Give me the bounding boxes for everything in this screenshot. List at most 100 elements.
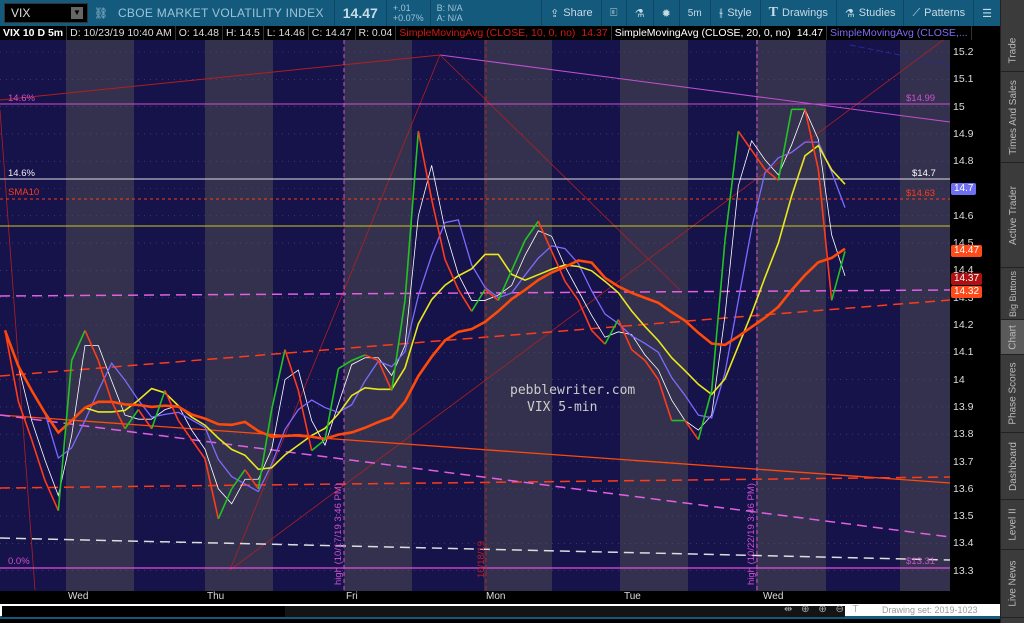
drawings-button[interactable]: T Drawings bbox=[759, 0, 836, 26]
right-sidebar: Trade Times And Sales Active Trader Big … bbox=[1000, 0, 1024, 623]
session-band bbox=[134, 40, 205, 591]
flask-icon: ⚗ bbox=[634, 7, 645, 20]
vline-label-1018: 10/18/19 bbox=[476, 541, 487, 578]
tab-phase-scores[interactable]: Phase Scores bbox=[1001, 355, 1024, 433]
price-marker: 14.32 bbox=[951, 286, 983, 299]
sma10-label[interactable]: SimpleMovingAvg (CLOSE, 10, 0, no) bbox=[396, 26, 578, 40]
timeframe-button[interactable]: 5m bbox=[678, 0, 710, 26]
time-label: Mon bbox=[486, 591, 506, 602]
tab-level-ii[interactable]: Level II bbox=[1001, 500, 1024, 550]
session-band bbox=[344, 40, 412, 591]
high-value: H: 14.5 bbox=[223, 26, 264, 40]
price-tick: 15.2 bbox=[953, 46, 974, 58]
symbol-selector[interactable]: VIX ▼ bbox=[4, 3, 88, 23]
zoom-out-icon: ⊖ bbox=[835, 604, 847, 615]
close-value: C: 14.47 bbox=[309, 26, 356, 40]
share-button[interactable]: ⇪ Share bbox=[541, 0, 601, 26]
vline-label-1022: high (10/22/19 3:46 PM) bbox=[746, 483, 757, 585]
symbol-description: CBOE MARKET VOLATILITY INDEX bbox=[117, 6, 324, 20]
vline-label-1017: high (10/17/19 3:46 PM) bbox=[333, 483, 344, 585]
price-tick: 14.1 bbox=[953, 346, 974, 359]
level-label-1331: $13.31 bbox=[906, 556, 935, 567]
price-tick: 13.4 bbox=[953, 537, 974, 550]
pan-icon: ⇹ bbox=[784, 604, 796, 615]
fib-label-top: 14.6% bbox=[8, 93, 35, 104]
session-band bbox=[900, 40, 950, 591]
sma10-value: 14.37 bbox=[578, 26, 612, 40]
menu-button[interactable]: ☰ bbox=[973, 0, 1000, 26]
text-tool-icon: T bbox=[852, 604, 862, 615]
sma20-label[interactable]: SimpleMovingAvg (CLOSE, 20, 0, no) bbox=[612, 26, 794, 40]
chart-scrollbar[interactable]: ⇹ ⊕ ⊕ ⊖ T Drawing set: 2019-1023 bbox=[0, 604, 1000, 619]
level-label-147: $14.7 bbox=[912, 168, 936, 179]
level-label-1499: $14.99 bbox=[906, 93, 935, 104]
menu-icon: ☰ bbox=[982, 7, 992, 20]
chart-title: VIX 10 D 5m bbox=[0, 26, 68, 40]
range-value: R: 0.04 bbox=[356, 26, 397, 40]
symbol-text: VIX bbox=[11, 6, 31, 20]
session-band bbox=[0, 40, 66, 591]
watermark-site: pebblewriter.com bbox=[510, 383, 635, 398]
price-tick: 14.2 bbox=[953, 319, 974, 331]
flask-icon: ⚗ bbox=[844, 7, 855, 20]
alert-button[interactable]: 🗉 bbox=[600, 0, 626, 26]
flask-button[interactable]: ⚗ bbox=[625, 0, 653, 26]
tab-times-and-sales[interactable]: Times And Sales bbox=[1001, 72, 1024, 163]
time-label: Thu bbox=[207, 591, 225, 602]
last-price: 14.47 bbox=[333, 0, 386, 26]
price-tick: 13.5 bbox=[953, 510, 974, 523]
candle-icon: ⫳ bbox=[718, 6, 724, 19]
time-label: Wed bbox=[763, 591, 784, 602]
drawing-set-selector[interactable]: Drawing set: 2019-1023 bbox=[882, 605, 978, 615]
low-value: L: 14.46 bbox=[264, 26, 309, 40]
study-info-row: VIX 10 D 5m D: 10/23/19 10:40 AM O: 14.4… bbox=[0, 26, 1000, 40]
gear-icon: ✹ bbox=[661, 7, 671, 20]
price-tick: 13.8 bbox=[953, 428, 974, 441]
sma20-value: 14.47 bbox=[794, 26, 828, 40]
chevron-down-icon[interactable]: ▼ bbox=[71, 7, 83, 19]
net-change: +.01 +0.07% bbox=[385, 0, 430, 26]
chart-tools[interactable]: ⇹ ⊕ ⊕ ⊖ T bbox=[784, 604, 862, 615]
price-tick: 15.1 bbox=[953, 73, 974, 86]
price-tick: 14.8 bbox=[953, 155, 974, 168]
scrollbar-thumb[interactable] bbox=[285, 606, 845, 617]
session-band bbox=[66, 40, 134, 591]
settings-button[interactable]: ✹ bbox=[652, 0, 679, 26]
crosshair-icon: ⊕ bbox=[801, 604, 813, 615]
price-axis-bg[interactable] bbox=[950, 40, 1000, 591]
tab-trade[interactable]: Trade bbox=[1001, 30, 1024, 72]
tab-dashboard[interactable]: Dashboard bbox=[1001, 433, 1024, 500]
time-label: Tue bbox=[624, 591, 641, 602]
time-label: Fri bbox=[346, 591, 358, 602]
sma-blue-label[interactable]: SimpleMovingAvg (CLOSE,... bbox=[827, 26, 972, 40]
price-tick: 14.6 bbox=[953, 209, 974, 222]
watermark-title: VIX 5-min bbox=[527, 400, 597, 415]
fib-label-bottom: 0.0% bbox=[8, 556, 30, 567]
price-tick: 13.9 bbox=[953, 400, 974, 413]
share-icon: ⇪ bbox=[550, 7, 560, 20]
time-label: Wed bbox=[68, 591, 89, 602]
tab-live-news[interactable]: Live News bbox=[1001, 550, 1024, 618]
price-tick: 13.7 bbox=[953, 455, 974, 468]
price-tick: 13.3 bbox=[953, 564, 974, 577]
level-label-1463: $14.63 bbox=[906, 188, 935, 199]
patterns-button[interactable]: ⟋ Patterns bbox=[903, 0, 973, 26]
tab-big-buttons[interactable]: Big Buttons bbox=[1001, 268, 1024, 320]
pattern-icon: ⟋ bbox=[912, 6, 921, 19]
session-band bbox=[552, 40, 620, 591]
price-tick: 15 bbox=[953, 100, 965, 113]
price-marker: 14.7 bbox=[951, 182, 977, 195]
time-axis[interactable]: Wed Thu Fri Mon Tue Wed bbox=[0, 591, 1000, 604]
sma10-label: SMA10 bbox=[8, 187, 39, 198]
style-button[interactable]: ⫳ Style bbox=[709, 0, 760, 26]
price-tick: 13.6 bbox=[953, 482, 974, 495]
price-chart[interactable]: 14.6% 14.6% SMA10 0.0% $14.99 $14.7 $14.… bbox=[0, 40, 1000, 591]
price-tick: 14 bbox=[953, 373, 965, 386]
tab-active-trader[interactable]: Active Trader bbox=[1001, 163, 1024, 268]
text-t-icon: T bbox=[768, 5, 779, 20]
studies-button[interactable]: ⚗ Studies bbox=[835, 0, 904, 26]
price-marker: 14.37 bbox=[951, 272, 983, 285]
price-tick: 14.9 bbox=[953, 127, 974, 140]
link-icon[interactable]: ⛓ bbox=[94, 7, 108, 20]
tab-chart[interactable]: Chart bbox=[1001, 320, 1024, 355]
